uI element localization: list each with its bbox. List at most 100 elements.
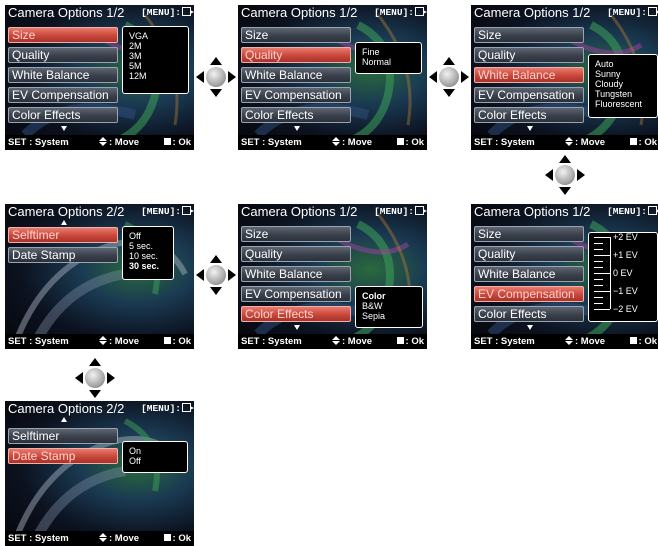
- menu-label: [MENU]:: [607, 7, 647, 18]
- footer-bar: SET : System : Move : Ok: [5, 334, 194, 349]
- size-options-popup: VGA 2M 3M 5M 12M: [122, 26, 189, 94]
- ev-option-plus-2[interactable]: +2 EV: [613, 232, 638, 242]
- menu-item-color-effects[interactable]: Color Effects: [241, 107, 351, 123]
- dpad-up-icon: [210, 255, 222, 263]
- dpad-down-icon: [559, 187, 571, 195]
- menu-item-quality[interactable]: Quality: [241, 47, 351, 63]
- option-color[interactable]: Color: [362, 291, 416, 301]
- ev-option-minus-1[interactable]: −1 EV: [613, 286, 638, 296]
- set-system-hint: SET : System: [474, 137, 535, 148]
- ok-label: : Ok: [172, 137, 191, 148]
- menu-label: [MENU]:: [141, 403, 181, 414]
- option-bw[interactable]: B&W: [362, 301, 416, 311]
- menu-item-ev-compensation[interactable]: EV Compensation: [8, 87, 118, 103]
- option-sunny[interactable]: Sunny: [595, 69, 651, 79]
- menu-item-color-effects[interactable]: Color Effects: [474, 107, 584, 123]
- exit-arrow-icon: [182, 7, 194, 16]
- menu-item-size[interactable]: Size: [8, 27, 118, 43]
- set-system-hint: SET : System: [474, 336, 535, 347]
- menu-exit-hint: [MENU]:: [374, 7, 427, 18]
- exit-arrow-icon: [648, 7, 658, 16]
- menu-label: [MENU]:: [374, 7, 414, 18]
- ev-compensation-popup: +2 EV +1 EV 0 EV −1 EV −2 EV: [588, 232, 658, 322]
- ev-option-plus-1[interactable]: +1 EV: [613, 250, 638, 260]
- menu-item-white-balance[interactable]: White Balance: [474, 266, 584, 282]
- menu-item-color-effects[interactable]: Color Effects: [241, 306, 351, 322]
- menu-item-ev-compensation[interactable]: EV Compensation: [474, 87, 584, 103]
- dpad-down-icon: [443, 89, 455, 97]
- menu-item-size[interactable]: Size: [241, 27, 351, 43]
- option-5m[interactable]: 5M: [129, 61, 182, 71]
- option-fluorescent[interactable]: Fluorescent: [595, 99, 651, 109]
- screen-title: Camera Options 1/2: [474, 204, 591, 219]
- ok-label: : Ok: [405, 137, 424, 148]
- screen-title: Camera Options 2/2: [8, 204, 125, 219]
- ok-hint: : Ok: [396, 336, 424, 347]
- menu-item-ev-compensation[interactable]: EV Compensation: [241, 87, 351, 103]
- option-sepia[interactable]: Sepia: [362, 311, 416, 321]
- move-label: : Move: [109, 137, 140, 148]
- menu-item-white-balance[interactable]: White Balance: [474, 67, 584, 83]
- menu-item-size[interactable]: Size: [241, 226, 351, 242]
- menu-exit-hint: [MENU]:: [607, 7, 658, 18]
- option-fine[interactable]: Fine: [362, 47, 415, 57]
- ev-tick: [594, 255, 610, 256]
- option-10-sec[interactable]: 10 sec.: [129, 251, 167, 261]
- menu-item-quality[interactable]: Quality: [8, 47, 118, 63]
- footer-bar: SET : System : Move : Ok: [471, 334, 658, 349]
- menu-item-quality[interactable]: Quality: [474, 246, 584, 262]
- camera-options-screen: Camera Options 1/2 [MENU]: Size Quality …: [238, 204, 427, 349]
- screen-title: Camera Options 1/2: [241, 5, 358, 20]
- option-on[interactable]: On: [129, 446, 181, 456]
- ev-option-zero[interactable]: 0 EV: [613, 268, 633, 278]
- menu-item-size[interactable]: Size: [474, 226, 584, 242]
- option-tungsten[interactable]: Tungsten: [595, 89, 651, 99]
- dpad-left-icon: [545, 169, 553, 181]
- option-2m[interactable]: 2M: [129, 41, 182, 51]
- menu-item-size[interactable]: Size: [474, 27, 584, 43]
- exit-arrow-icon: [415, 206, 427, 215]
- screen-title: Camera Options 2/2: [8, 401, 125, 416]
- option-off[interactable]: Off: [129, 456, 181, 466]
- exit-arrow-icon: [182, 206, 194, 215]
- move-label: : Move: [575, 137, 606, 148]
- option-auto[interactable]: Auto: [595, 59, 651, 69]
- menu-item-white-balance[interactable]: White Balance: [241, 67, 351, 83]
- menu-item-date-stamp[interactable]: Date Stamp: [8, 448, 118, 464]
- move-hint: : Move: [332, 336, 372, 347]
- option-off[interactable]: Off: [129, 231, 167, 241]
- ok-label: : Ok: [172, 336, 191, 347]
- menu-item-selftimer[interactable]: Selftimer: [8, 227, 118, 243]
- option-30-sec[interactable]: 30 sec.: [129, 261, 167, 271]
- option-12m[interactable]: 12M: [129, 71, 182, 81]
- option-vga[interactable]: VGA: [129, 31, 182, 41]
- ev-tick: [594, 303, 603, 304]
- menu-exit-hint: [MENU]:: [141, 206, 194, 217]
- menu-item-ev-compensation[interactable]: EV Compensation: [241, 286, 351, 302]
- background-image: [12, 418, 188, 544]
- option-normal[interactable]: Normal: [362, 57, 415, 67]
- camera-options-screen: Camera Options 1/2 [MENU]: Size Quality …: [5, 5, 194, 150]
- menu-item-white-balance[interactable]: White Balance: [241, 266, 351, 282]
- ev-option-minus-2[interactable]: −2 EV: [613, 304, 638, 314]
- menu-item-white-balance[interactable]: White Balance: [8, 67, 118, 83]
- screen-title: Camera Options 1/2: [241, 204, 358, 219]
- set-system-hint: SET : System: [8, 533, 69, 544]
- menu-item-selftimer[interactable]: Selftimer: [8, 428, 118, 444]
- dpad-center-icon: [555, 165, 575, 185]
- ev-tick: [594, 291, 610, 292]
- option-5-sec[interactable]: 5 sec.: [129, 241, 167, 251]
- option-3m[interactable]: 3M: [129, 51, 182, 61]
- updown-arrows-icon: [565, 336, 573, 345]
- menu-item-color-effects[interactable]: Color Effects: [8, 107, 118, 123]
- scroll-down-icon: [294, 325, 300, 330]
- option-cloudy[interactable]: Cloudy: [595, 79, 651, 89]
- ev-tick: [594, 249, 603, 250]
- menu-item-color-effects[interactable]: Color Effects: [474, 306, 584, 322]
- menu-item-ev-compensation[interactable]: EV Compensation: [474, 286, 584, 302]
- square-ok-icon: [396, 337, 404, 344]
- menu-item-quality[interactable]: Quality: [241, 246, 351, 262]
- menu-item-date-stamp[interactable]: Date Stamp: [8, 247, 118, 263]
- menu-item-quality[interactable]: Quality: [474, 47, 584, 63]
- dpad-icon: [75, 358, 115, 398]
